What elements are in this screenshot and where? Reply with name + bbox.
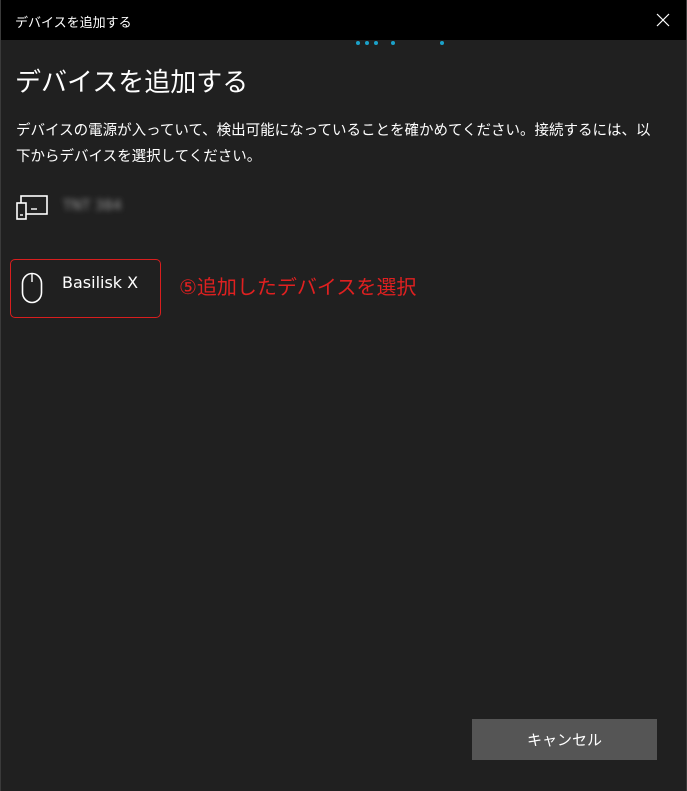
- progress-dot: [365, 41, 369, 45]
- progress-dot: [391, 41, 395, 45]
- device-name: TNT 384: [63, 198, 122, 214]
- add-device-dialog: デバイスを追加する デバイスを追加する デバイスの電源が入っていて、検出可能にな…: [0, 0, 687, 791]
- close-button[interactable]: [640, 0, 686, 40]
- progress-dot: [440, 41, 444, 45]
- mouse-icon: [21, 272, 43, 308]
- searching-progress-indicator: [1, 40, 686, 46]
- display-device-icon: [15, 192, 49, 226]
- cancel-button[interactable]: キャンセル: [472, 719, 657, 760]
- progress-dot: [356, 41, 360, 45]
- step-annotation: ⑤追加したデバイスを選択: [179, 275, 417, 299]
- instruction-text: デバイスの電源が入っていて、検出可能になっていることを確かめてください。接続する…: [16, 123, 651, 165]
- device-name: Basilisk X: [62, 273, 139, 292]
- progress-dot: [374, 41, 378, 45]
- close-icon: [656, 13, 670, 27]
- device-list-item[interactable]: TNT 384: [15, 192, 315, 242]
- title-bar: デバイスを追加する: [1, 0, 686, 40]
- page-title: デバイスを追加する: [15, 68, 249, 98]
- window-title: デバイスを追加する: [15, 16, 132, 31]
- device-list-item-basilisk-x[interactable]: Basilisk X: [10, 259, 161, 318]
